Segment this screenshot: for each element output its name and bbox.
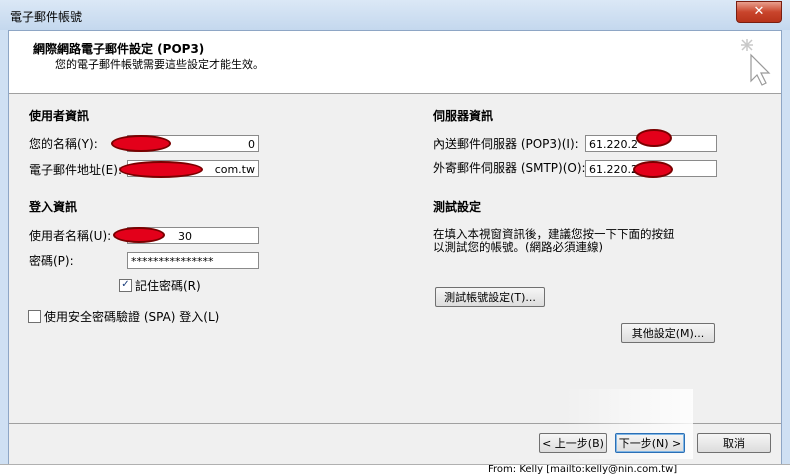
redaction-mark bbox=[633, 161, 673, 178]
dialog-client-area: 網際網路電子郵件設定 (POP3) 您的電子郵件帳號需要這些設定才能生效。 使用… bbox=[8, 30, 782, 466]
password-label: 密碼(P): bbox=[29, 254, 74, 268]
background-email-text: From: Kelly [mailto:kelly@nin.com.tw] bbox=[488, 464, 678, 475]
header-title: 網際網路電子郵件設定 (POP3) bbox=[33, 42, 205, 56]
server-info-heading: 伺服器資訊 bbox=[433, 109, 494, 123]
back-button[interactable]: < 上一步(B) bbox=[539, 433, 607, 453]
test-account-settings-button[interactable]: 測試帳號設定(T)... bbox=[435, 287, 545, 307]
remember-password-label: 記住密碼(R) bbox=[135, 279, 201, 293]
more-settings-button[interactable]: 其他設定(M)... bbox=[621, 323, 715, 343]
redaction-mark bbox=[113, 227, 165, 243]
outgoing-server-label: 外寄郵件伺服器 (SMTP)(O): bbox=[433, 161, 586, 175]
title-bar[interactable]: 電子郵件帳號 ✕ bbox=[0, 0, 790, 30]
redaction-mark bbox=[111, 135, 171, 152]
window-title: 電子郵件帳號 bbox=[10, 10, 83, 24]
account-dialog-window: 電子郵件帳號 ✕ 網際網路電子郵件設定 (POP3) 您的電子郵件帳號需要這些設… bbox=[0, 0, 790, 476]
username-label: 使用者名稱(U): bbox=[29, 229, 112, 243]
spa-checkbox[interactable] bbox=[28, 310, 41, 323]
cancel-button[interactable]: 取消 bbox=[697, 433, 771, 453]
header-subtitle: 您的電子郵件帳號需要這些設定才能生效。 bbox=[55, 58, 264, 71]
login-info-heading: 登入資訊 bbox=[29, 200, 78, 214]
password-field[interactable]: *************** bbox=[127, 252, 259, 269]
background-window-strip: From: Kelly [mailto:kelly@nin.com.tw] bbox=[0, 464, 790, 476]
redaction-mark bbox=[119, 161, 203, 178]
email-label: 電子郵件地址(E): bbox=[29, 163, 122, 177]
cursor-sparkle-icon bbox=[741, 39, 771, 86]
test-settings-heading: 測試設定 bbox=[433, 200, 482, 214]
user-info-heading: 使用者資訊 bbox=[29, 109, 90, 123]
name-label: 您的名稱(Y): bbox=[29, 137, 98, 151]
next-button[interactable]: 下一步(N) > bbox=[615, 433, 685, 453]
test-description-line2: 以測試您的帳號。(網路必須連線) bbox=[433, 240, 603, 254]
close-button[interactable]: ✕ bbox=[736, 1, 782, 23]
dialog-header: 網際網路電子郵件設定 (POP3) 您的電子郵件帳號需要這些設定才能生效。 bbox=[9, 31, 781, 94]
spa-label: 使用安全密碼驗證 (SPA) 登入(L) bbox=[44, 310, 220, 324]
remember-password-checkbox[interactable]: ✓ bbox=[119, 279, 132, 292]
redaction-mark bbox=[636, 129, 672, 147]
incoming-server-label: 內送郵件伺服器 (POP3)(I): bbox=[433, 137, 579, 151]
